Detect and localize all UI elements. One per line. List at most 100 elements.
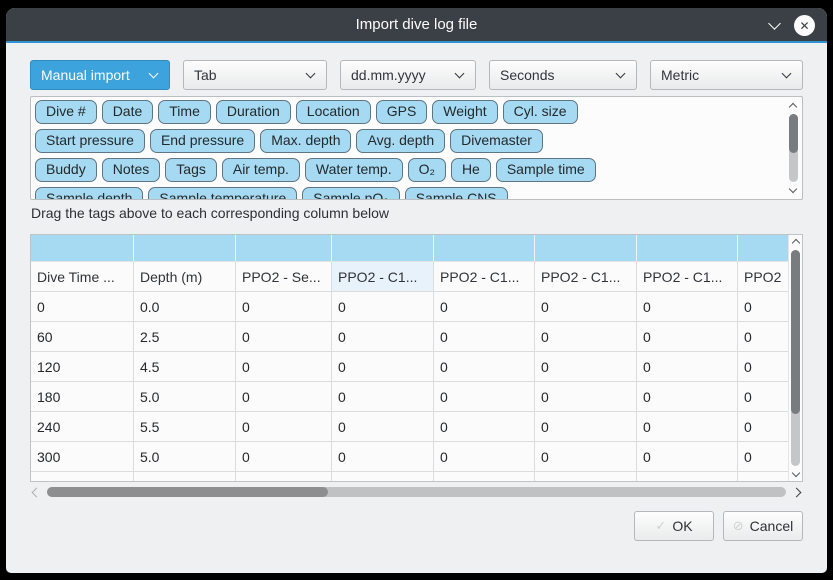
column-header[interactable]: Depth (m) [134, 262, 236, 291]
cancel-button[interactable]: ⊘ Cancel [723, 511, 803, 541]
table-scroll-down-icon[interactable] [793, 469, 799, 481]
tag-max-depth[interactable]: Max. depth [260, 129, 351, 153]
column-header[interactable]: PPO2 - C1... [332, 262, 434, 291]
tag-cyl-size[interactable]: Cyl. size [503, 100, 578, 124]
table-vertical-scrollbar[interactable] [788, 235, 802, 481]
ok-button-label: OK [672, 518, 692, 534]
table-cell: 120 [31, 352, 134, 381]
table-cell: 0 [738, 292, 788, 321]
tag-weight[interactable]: Weight [432, 100, 497, 124]
table-cell: 0 [535, 442, 637, 471]
table-cell: 0 [236, 292, 332, 321]
tags-vertical-scrollbar[interactable] [786, 99, 800, 197]
tag-end-pressure[interactable]: End pressure [150, 129, 255, 153]
tag-avg-depth[interactable]: Avg. depth [356, 129, 445, 153]
column-drop-target[interactable] [434, 235, 535, 261]
table-cell: 0 [738, 442, 788, 471]
table-cell: 0 [738, 322, 788, 351]
table-cell: 0 [236, 382, 332, 411]
tag-dive[interactable]: Dive # [35, 100, 97, 124]
table-horizontal-scrollbar[interactable] [30, 485, 803, 499]
column-drop-target[interactable] [332, 235, 434, 261]
cancel-circle-icon: ⊘ [733, 518, 744, 534]
column-header[interactable]: PPO2 [738, 262, 788, 291]
column-header[interactable]: PPO2 - C1... [434, 262, 535, 291]
chevron-down-icon [455, 68, 465, 78]
tag-buddy[interactable]: Buddy [35, 158, 97, 182]
import-dive-log-dialog: Import dive log file ✕ Manual import Tabd… [6, 8, 827, 573]
combo-label: Seconds [500, 67, 554, 83]
column-drop-target[interactable] [31, 235, 134, 261]
tag-water-temp[interactable]: Water temp. [305, 158, 403, 182]
scroll-right-icon[interactable] [792, 487, 802, 497]
column-drop-target[interactable] [738, 235, 788, 261]
scroll-left-icon[interactable] [32, 487, 42, 497]
column-header[interactable]: Dive Time ... [31, 262, 134, 291]
close-icon: ✕ [799, 20, 809, 32]
hscrollbar-track[interactable] [47, 487, 786, 497]
tag-location[interactable]: Location [296, 100, 371, 124]
table-cell: 0 [637, 322, 738, 351]
table-cell: 60 [31, 322, 134, 351]
chevron-down-icon [782, 68, 792, 78]
tag-sample-cns[interactable]: Sample CNS [405, 187, 508, 200]
table-cell [236, 472, 332, 481]
table-cell: 0 [332, 352, 434, 381]
tag-air-temp[interactable]: Air temp. [222, 158, 300, 182]
combo-manual-import[interactable]: Manual import [30, 60, 170, 90]
tags-scrollbar-thumb[interactable] [789, 114, 798, 153]
column-drop-target[interactable] [134, 235, 236, 261]
column-header[interactable]: PPO2 - Se... [236, 262, 332, 291]
tag-notes[interactable]: Notes [102, 158, 161, 182]
close-button[interactable]: ✕ [794, 15, 815, 36]
tag-sample-temperature[interactable]: Sample temperature [148, 187, 297, 200]
table-cell: 0 [637, 382, 738, 411]
table-cell: 0 [535, 412, 637, 441]
tag-sample-depth[interactable]: Sample depth [35, 187, 143, 200]
column-drop-target[interactable] [637, 235, 738, 261]
table-cell [535, 472, 637, 481]
tags-scrollbar-track[interactable] [789, 114, 798, 182]
ok-button[interactable]: ✓ OK [634, 511, 714, 541]
table-cell: 0 [332, 412, 434, 441]
cancel-button-label: Cancel [750, 518, 794, 534]
combo-metric[interactable]: Metric [650, 60, 803, 90]
table-cell: 0 [236, 442, 332, 471]
tag-start-pressure[interactable]: Start pressure [35, 129, 145, 153]
tag-divemaster[interactable]: Divemaster [450, 129, 543, 153]
table-cell: 0 [236, 352, 332, 381]
tag-date[interactable]: Date [102, 100, 154, 124]
combo-dd-mm-yyyy[interactable]: dd.mm.yyyy [340, 60, 476, 90]
combo-seconds[interactable]: Seconds [489, 60, 637, 90]
tag-sample-po[interactable]: Sample pO₂ [302, 187, 399, 200]
scroll-up-icon[interactable] [790, 99, 796, 111]
window-title: Import dive log file [356, 16, 478, 33]
ok-check-icon: ✓ [655, 518, 666, 534]
table-scrollbar-track[interactable] [791, 250, 800, 466]
column-header[interactable]: PPO2 - C1... [535, 262, 637, 291]
tag-o[interactable]: O₂ [408, 158, 446, 182]
tag-he[interactable]: He [451, 158, 491, 182]
tag-time[interactable]: Time [158, 100, 211, 124]
table-scrollbar-thumb[interactable] [791, 250, 800, 414]
table-cell [738, 472, 788, 481]
tag-sample-time[interactable]: Sample time [496, 158, 596, 182]
tag-row: Dive #DateTimeDurationLocationGPSWeightC… [35, 100, 782, 124]
table-cell: 0 [434, 322, 535, 351]
combo-tab[interactable]: Tab [183, 60, 327, 90]
table-cell: 0 [535, 322, 637, 351]
tag-rows: Dive #DateTimeDurationLocationGPSWeightC… [35, 100, 782, 200]
tag-duration[interactable]: Duration [216, 100, 291, 124]
table-cell: 0 [332, 292, 434, 321]
column-drop-target[interactable] [535, 235, 637, 261]
column-drop-target[interactable] [236, 235, 332, 261]
hscrollbar-thumb[interactable] [47, 487, 328, 497]
shade-chevron-down-icon[interactable] [768, 17, 781, 30]
table-cell: 300 [31, 442, 134, 471]
column-header[interactable]: PPO2 - C1... [637, 262, 738, 291]
tag-tags[interactable]: Tags [165, 158, 217, 182]
tag-gps[interactable]: GPS [376, 100, 428, 124]
scroll-down-icon[interactable] [790, 185, 796, 197]
table-scroll-up-icon[interactable] [793, 235, 799, 247]
titlebar[interactable]: Import dive log file ✕ [6, 8, 827, 43]
